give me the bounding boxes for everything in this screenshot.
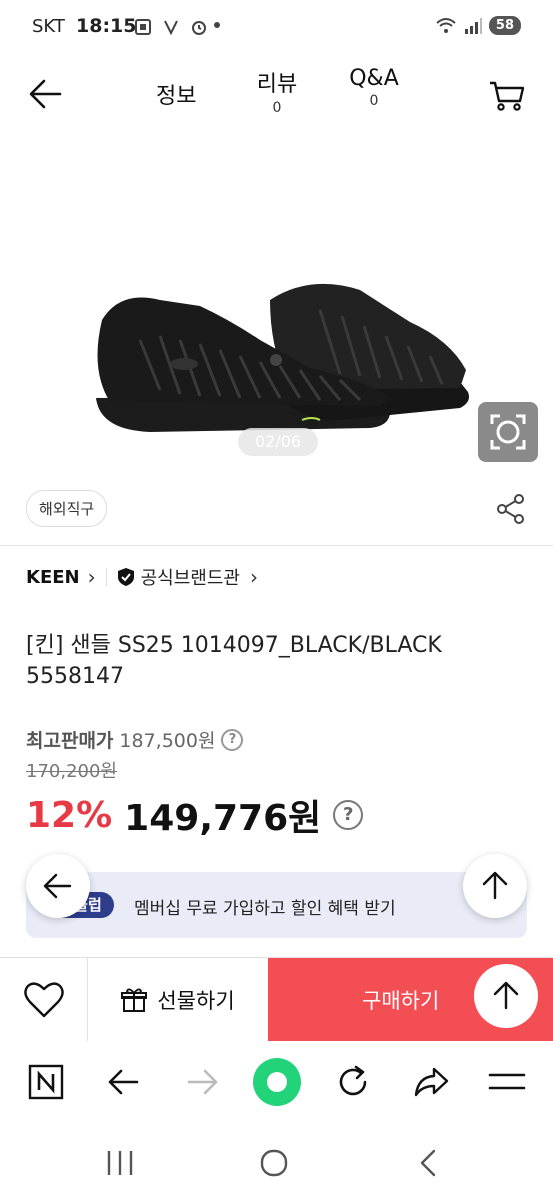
back-button[interactable] — [24, 72, 68, 116]
membership-banner[interactable]: U클럽 멤버십 무료 가입하고 할인 혜택 받기 — [26, 872, 527, 938]
arrow-right-icon — [187, 1069, 218, 1095]
tab-qa-label: Q&A — [349, 66, 399, 91]
arrow-up-icon — [482, 871, 508, 900]
naver-home-button[interactable] — [25, 1061, 67, 1103]
refresh-icon — [339, 1065, 367, 1096]
refresh-button[interactable] — [332, 1061, 374, 1103]
arrow-left-icon — [108, 1069, 139, 1095]
wishlist-button[interactable] — [0, 958, 88, 1041]
original-price: 170,200원 — [26, 761, 117, 782]
buy-label: 구매하기 — [362, 988, 440, 1013]
tab-qa[interactable]: Q&A 0 — [344, 66, 404, 109]
camera-scan-icon — [490, 414, 526, 450]
browser-toolbar — [0, 1041, 553, 1123]
tab-info-label: 정보 — [156, 84, 197, 109]
membership-banner-text: 멤버십 무료 가입하고 할인 혜택 받기 — [134, 899, 396, 919]
tab-review-count: 0 — [272, 100, 282, 116]
arrow-up-icon — [493, 981, 519, 1010]
product-image — [96, 283, 469, 432]
help-icon[interactable]: ? — [333, 800, 364, 830]
notification-dot — [214, 22, 220, 28]
scroll-top-button[interactable] — [474, 964, 538, 1028]
share-arrow-icon — [414, 1067, 449, 1097]
tab-review-label: 리뷰 — [256, 72, 298, 97]
top-navigation: 정보 리뷰 0 Q&A 0 — [0, 58, 553, 128]
arrow-left-icon — [29, 79, 62, 109]
price-block: 최고판매가 187,500원 ? 170,200원 12% 149,776원 ? — [26, 726, 531, 841]
status-bar: SKT 18:15 58 — [0, 0, 553, 58]
page-back-floating-button[interactable] — [26, 854, 90, 918]
final-price: 149,776원 — [124, 798, 322, 839]
browser-back-button[interactable] — [103, 1061, 145, 1103]
tab-qa-count: 0 — [369, 93, 379, 109]
browser-share-button[interactable] — [410, 1061, 452, 1103]
status-right: 58 — [435, 16, 521, 35]
shield-check-icon — [117, 568, 134, 586]
green-dot-icon — [253, 1058, 301, 1106]
gift-icon — [121, 988, 148, 1012]
gallery-counter: 02/06 — [238, 428, 318, 456]
help-icon[interactable]: ? — [221, 728, 244, 751]
brand-row: KEEN › 공식브랜드관 › — [26, 564, 258, 590]
home-icon — [260, 1149, 288, 1177]
recent-apps-button[interactable] — [100, 1143, 140, 1183]
gift-button[interactable]: 선물하기 — [89, 958, 267, 1041]
discount-rate: 12% — [26, 794, 113, 836]
best-price-label: 최고판매가 — [26, 730, 114, 752]
chevron-left-icon — [420, 1149, 436, 1177]
arrow-left-icon — [43, 873, 72, 899]
naver-n-icon — [28, 1064, 64, 1100]
share-icon — [497, 494, 524, 524]
browser-forward-button[interactable] — [181, 1061, 223, 1103]
green-dot-button[interactable] — [250, 1055, 304, 1109]
cart-icon — [490, 81, 525, 111]
product-gallery[interactable]: 02/06 — [0, 128, 553, 476]
brand-link[interactable]: KEEN — [26, 567, 80, 588]
official-store-link[interactable]: 공식브랜드관 › — [117, 564, 258, 590]
product-title: [킨] 샌들 SS25 1014097_BLACK/BLACK 5558147 — [26, 633, 442, 689]
heart-icon — [24, 982, 64, 1018]
hamburger-menu-icon — [488, 1073, 526, 1090]
system-navigation — [0, 1123, 553, 1200]
purchase-bar: 선물하기 구매하기 — [0, 957, 553, 1041]
wifi-icon — [436, 17, 456, 33]
brand-separator — [105, 568, 107, 586]
carrier-label: SKT — [32, 16, 65, 37]
tag-row: 해외직구 — [0, 488, 553, 544]
chevron-right-icon: › — [87, 565, 96, 589]
cart-button[interactable] — [486, 74, 528, 116]
best-price-value: 187,500원 — [119, 730, 216, 752]
clock: 18:15 — [76, 15, 137, 37]
section-divider — [0, 545, 553, 546]
tab-review[interactable]: 리뷰 0 — [252, 66, 302, 116]
tab-info[interactable]: 정보 — [156, 78, 196, 110]
overseas-purchase-chip: 해외직구 — [26, 490, 108, 527]
home-button[interactable] — [254, 1143, 294, 1183]
recent-apps-icon — [107, 1151, 133, 1175]
share-button[interactable] — [494, 492, 528, 526]
status-icons — [134, 18, 208, 36]
chevron-right-icon: › — [249, 565, 258, 589]
final-price-row: 12% 149,776원 ? — [26, 789, 531, 841]
scroll-top-floating-button[interactable] — [463, 854, 527, 918]
gift-label: 선물하기 — [157, 988, 235, 1013]
system-back-button[interactable] — [408, 1143, 448, 1183]
image-search-button[interactable] — [478, 402, 538, 462]
signal-icon — [464, 17, 482, 34]
network-boost-icon — [164, 20, 178, 36]
browser-menu-button[interactable] — [486, 1061, 528, 1103]
best-price-row: 최고판매가 187,500원 ? — [26, 726, 531, 753]
battery-indicator: 58 — [488, 16, 521, 35]
official-store-label: 공식브랜드관 — [140, 568, 240, 589]
screenshot-icon — [135, 19, 151, 35]
alarm-icon — [192, 21, 206, 35]
